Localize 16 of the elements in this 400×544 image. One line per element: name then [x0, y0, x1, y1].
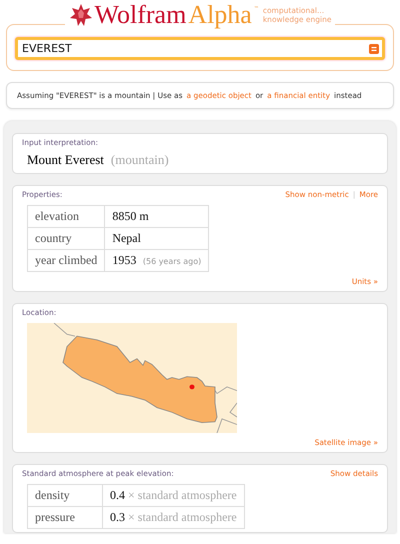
- table-cell: Nepal: [104, 228, 209, 250]
- table-cell: density: [28, 484, 102, 506]
- logo-text: Wolfram: [94, 0, 186, 30]
- table-cell: elevation: [28, 206, 105, 228]
- star-logo-icon: [68, 3, 93, 27]
- interpretation-type: (mountain): [110, 152, 169, 168]
- interpretation-text: Mount Everest: [27, 152, 104, 168]
- table-cell: 0.3 × standard atmosphere: [102, 506, 244, 528]
- table-cell: 1953 (56 years ago): [104, 250, 209, 272]
- table-cell: 0.4 × standard atmosphere: [102, 484, 244, 506]
- search-field[interactable]: EVEREST: [15, 37, 385, 60]
- table-cell: year climbed: [28, 250, 105, 272]
- logo-text: Alpha: [188, 0, 252, 30]
- table-cell: 8850 m: [104, 206, 209, 228]
- table-cell: pressure: [28, 506, 102, 528]
- table-cell: country: [28, 228, 105, 250]
